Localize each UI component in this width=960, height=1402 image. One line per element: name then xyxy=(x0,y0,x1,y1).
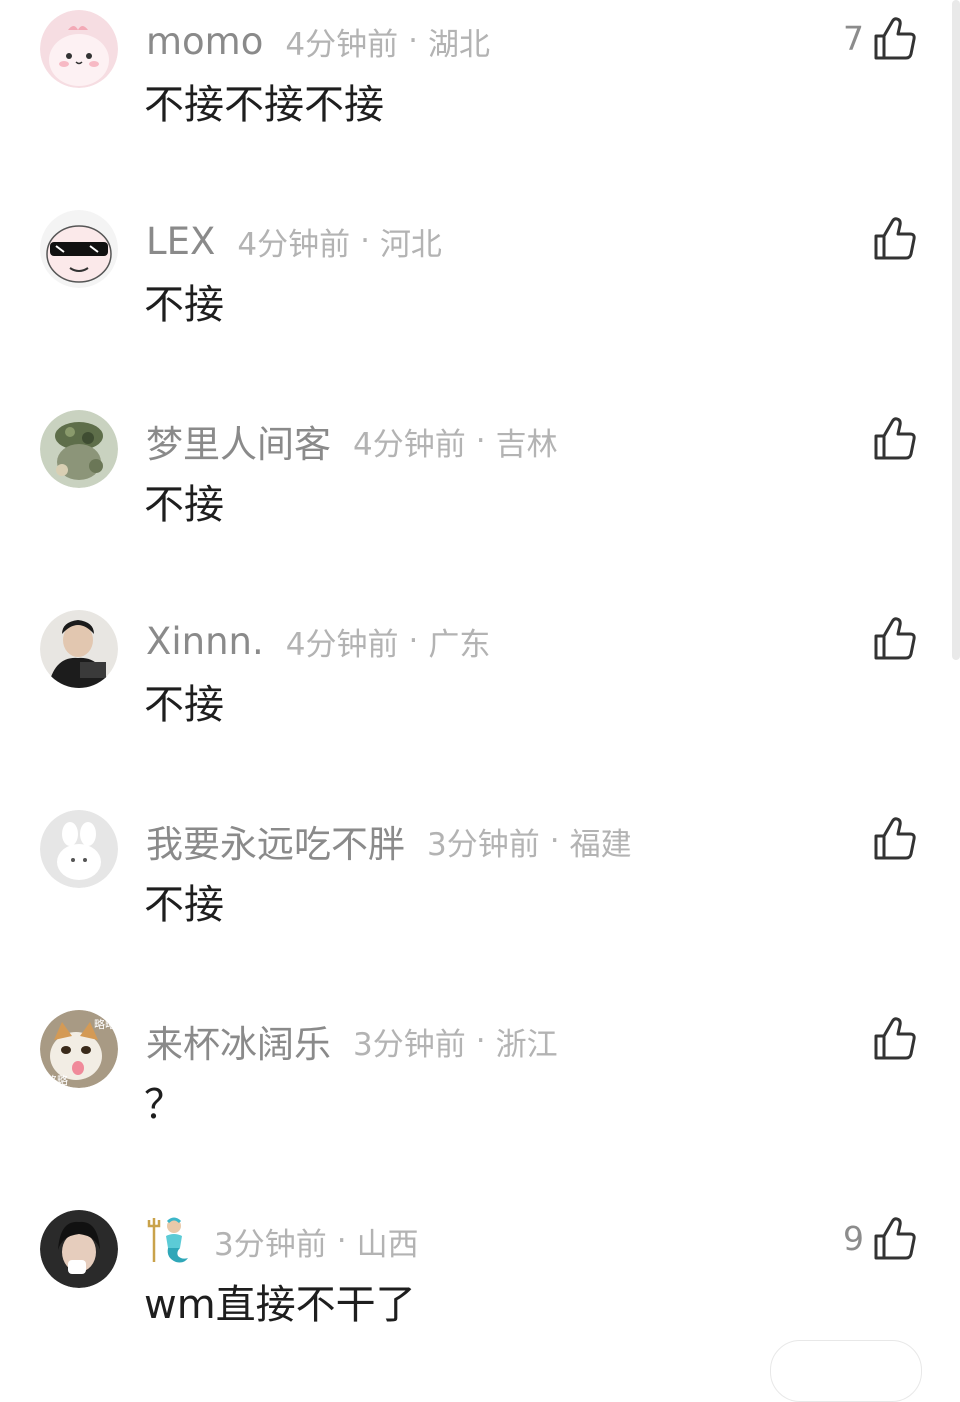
crying-girl-avatar-icon xyxy=(40,1210,118,1288)
timestamp: 4分钟前 xyxy=(353,426,466,463)
comment-item: momo 4分钟前 · 湖北 不接不接不接 7 xyxy=(0,0,960,200)
comment-meta: Xinnn. 4分钟前 · 广东 xyxy=(146,616,490,666)
thumbs-up-icon xyxy=(874,217,916,260)
thumbs-up-icon xyxy=(874,1217,916,1260)
cat-meme-avatar-icon: 略略 略略 xyxy=(40,1010,118,1088)
separator-dot: · xyxy=(408,623,419,659)
region-label: 吉林 xyxy=(495,426,558,463)
like-button[interactable] xyxy=(864,212,916,264)
avatar[interactable] xyxy=(40,210,118,288)
like-button[interactable]: 7 xyxy=(843,12,916,64)
separator-dot: · xyxy=(360,223,370,259)
comment-text[interactable]: 不接 xyxy=(144,272,224,330)
like-button[interactable] xyxy=(864,812,916,864)
region-label: 河北 xyxy=(379,226,442,263)
region-label: 福建 xyxy=(569,826,632,863)
region-label: 广东 xyxy=(428,626,491,663)
thumbs-up-icon xyxy=(874,417,916,460)
thumbs-up-icon xyxy=(874,817,916,860)
thumbs-up-icon xyxy=(874,617,916,660)
username[interactable]: LEX xyxy=(146,220,215,263)
timestamp: 3分钟前 xyxy=(214,1226,327,1263)
comment-meta: LEX 4分钟前 · 河北 xyxy=(146,216,442,266)
comment-text[interactable]: ？ xyxy=(144,1072,184,1130)
timestamp: 3分钟前 xyxy=(353,1026,466,1063)
like-button[interactable] xyxy=(864,1012,916,1064)
timestamp: 3分钟前 xyxy=(427,826,540,863)
timestamp: 4分钟前 xyxy=(237,226,351,263)
comment-item: Xinnn. 4分钟前 · 广东 不接 xyxy=(0,600,960,800)
comment-item: 略略 略略 来杯冰阔乐 3分钟前 · 浙江 ？ xyxy=(0,1000,960,1200)
like-count: 9 xyxy=(843,1218,864,1258)
floating-pill-button[interactable] xyxy=(770,1340,922,1402)
like-button[interactable]: 9 xyxy=(843,1212,916,1264)
scrollbar[interactable] xyxy=(952,0,960,660)
comment-item: 梦里人间客 4分钟前 · 吉林 不接 xyxy=(0,400,960,600)
separator-dot: · xyxy=(475,1023,486,1059)
camo-soldier-avatar-icon xyxy=(40,410,118,488)
sunglasses-sheep-avatar-icon xyxy=(40,210,118,288)
avatar[interactable] xyxy=(40,10,118,88)
username[interactable]: 梦里人间客 xyxy=(146,414,331,468)
comment-meta: 3分钟前 · 山西 xyxy=(146,1216,419,1266)
comment-text[interactable]: 不接 xyxy=(144,872,224,930)
username[interactable]: 来杯冰阔乐 xyxy=(146,1014,331,1068)
region-label: 山西 xyxy=(356,1226,419,1263)
region-label: 湖北 xyxy=(427,26,490,63)
like-button[interactable] xyxy=(864,612,916,664)
avatar[interactable] xyxy=(40,810,118,888)
avatar[interactable]: 略略 略略 xyxy=(40,1010,118,1088)
comment-meta: 来杯冰阔乐 3分钟前 · 浙江 xyxy=(146,1016,558,1066)
username[interactable]: 我要永远吃不胖 xyxy=(146,814,405,868)
avatar-text: 略略 xyxy=(46,1073,68,1087)
comment-item: LEX 4分钟前 · 河北 不接 xyxy=(0,200,960,400)
comment-item: 我要永远吃不胖 3分钟前 · 福建 不接 xyxy=(0,800,960,1000)
timestamp: 4分钟前 xyxy=(285,626,399,663)
comment-meta: momo 4分钟前 · 湖北 xyxy=(146,16,490,66)
username[interactable]: Xinnn. xyxy=(146,620,264,663)
person-photo-avatar-icon xyxy=(40,610,118,688)
comment-text[interactable]: 不接 xyxy=(144,472,224,530)
like-count: 7 xyxy=(843,18,864,58)
separator-dot: · xyxy=(336,1223,347,1259)
avatar-text: 略略 xyxy=(94,1017,116,1031)
comment-meta: 梦里人间客 4分钟前 · 吉林 xyxy=(146,416,558,466)
region-label: 浙江 xyxy=(495,1026,558,1063)
comment-text[interactable]: wm直接不干了 xyxy=(144,1272,416,1330)
separator-dot: · xyxy=(549,823,560,859)
separator-dot: · xyxy=(408,23,418,59)
comment-text[interactable]: 不接不接不接 xyxy=(144,72,384,130)
avatar[interactable] xyxy=(40,410,118,488)
comment-meta: 我要永远吃不胖 3分钟前 · 福建 xyxy=(146,816,632,866)
white-bunny-avatar-icon xyxy=(40,810,118,888)
username[interactable]: momo xyxy=(146,20,263,63)
pink-bunny-avatar-icon xyxy=(40,10,118,88)
timestamp: 4分钟前 xyxy=(285,26,399,63)
avatar[interactable] xyxy=(40,610,118,688)
like-button[interactable] xyxy=(864,412,916,464)
thumbs-up-icon xyxy=(874,17,916,60)
thumbs-up-icon xyxy=(874,1017,916,1060)
poseidon-badge-icon xyxy=(147,1217,188,1263)
comment-text[interactable]: 不接 xyxy=(144,672,224,730)
avatar[interactable] xyxy=(40,1210,118,1288)
separator-dot: · xyxy=(475,423,486,459)
